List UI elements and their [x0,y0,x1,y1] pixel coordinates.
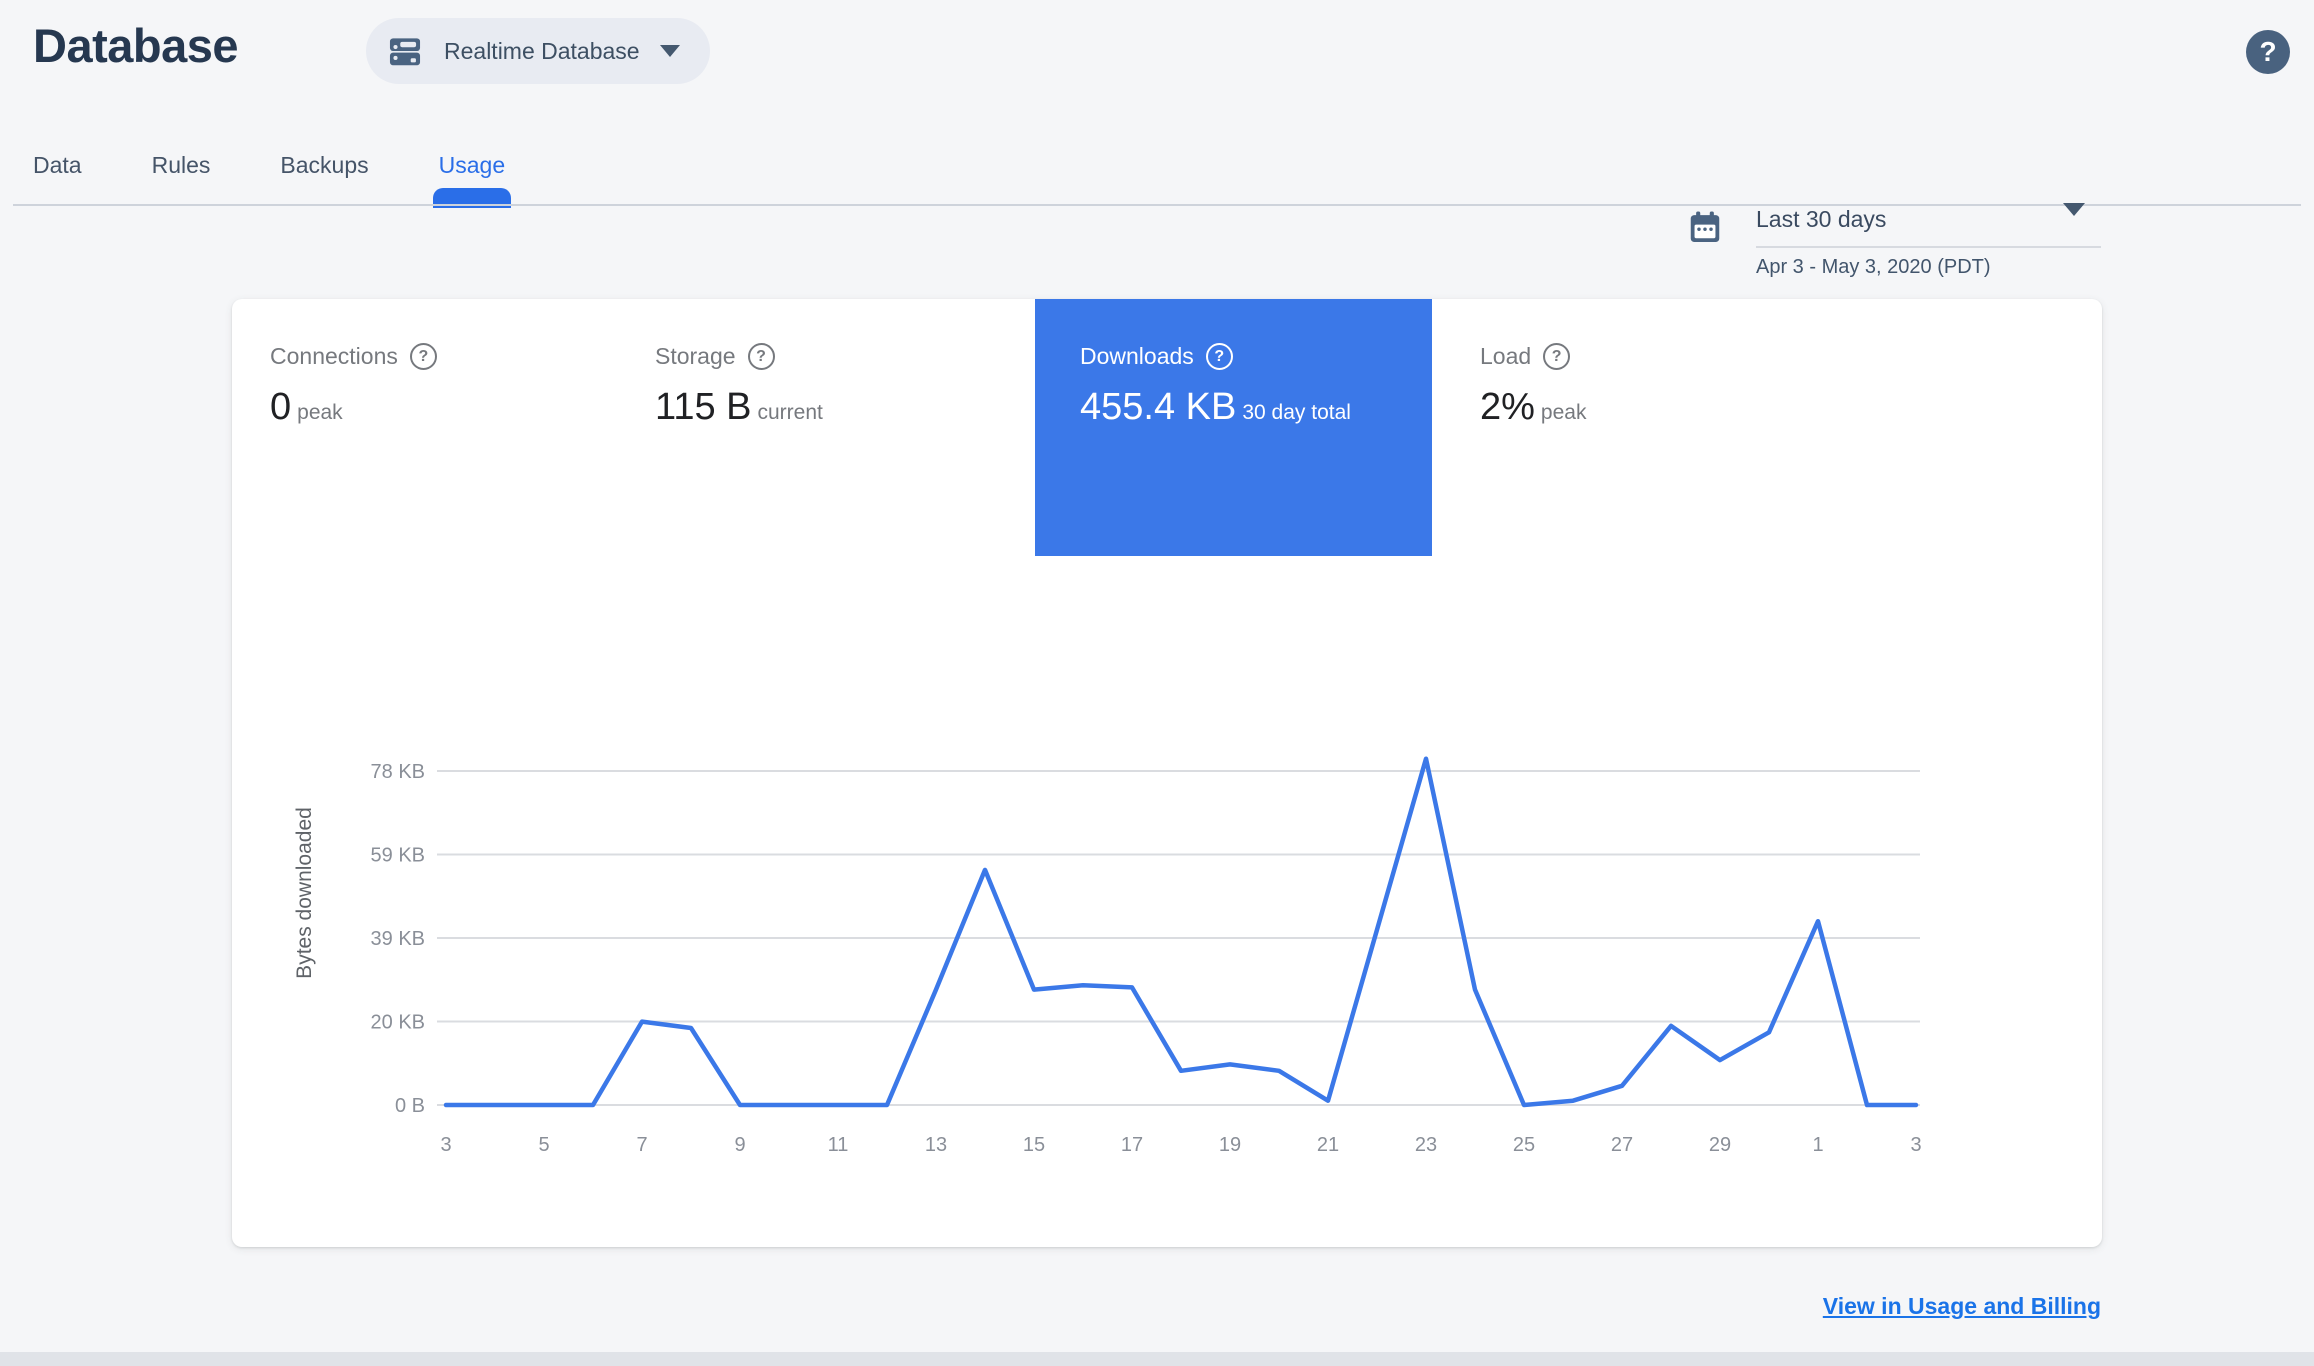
x-tick-label: 9 [734,1134,745,1156]
y-tick-label: 0 B [395,1095,425,1117]
x-tick-label: 29 [1709,1134,1731,1156]
metric-label: Connections [270,343,398,369]
date-range-label[interactable]: Last 30 days [1756,206,2101,233]
x-tick-label: 17 [1121,1134,1143,1156]
page-title: Database [33,19,239,72]
question-mark-glyph: ? [418,347,429,365]
metric-value: 0 [270,386,292,428]
bottom-divider-band [0,1352,2314,1366]
question-mark-glyph: ? [1214,347,1225,365]
y-tick-label: 39 KB [371,928,425,950]
question-mark-glyph: ? [756,347,766,365]
date-range-underline [1756,246,2101,248]
chart-line [443,756,1919,1108]
x-tick-label: 1 [1812,1134,1823,1156]
x-tick-label: 15 [1023,1134,1045,1156]
metric-suffix: 30 day total [1242,401,1351,424]
x-tick-label: 7 [636,1134,647,1156]
tab-rules[interactable]: Rules [152,146,211,206]
tab-data[interactable]: Data [33,146,82,206]
help-icon[interactable]: ? [1205,343,1233,370]
y-axis-title: Bytes downloaded [293,807,316,979]
database-icon [386,32,424,70]
metric-card-load[interactable]: Load ? 2% peak [1432,299,2102,556]
metric-label: Load [1480,343,1532,369]
database-selector-label: Realtime Database [444,37,640,64]
date-range-detail: Apr 3 - May 3, 2020 (PDT) [1756,256,1991,278]
chevron-down-icon [659,45,680,57]
x-tick-label: 23 [1415,1134,1437,1156]
question-mark-glyph: ? [1551,347,1562,365]
metric-suffix: peak [297,401,343,424]
calendar-icon [1686,208,1724,251]
metric-card-storage[interactable]: Storage ? 115 Bcurrent [632,299,1035,556]
usage-card: Connections ? 0 peak Storage ? 115 Bcurre… [232,299,2102,1247]
help-icon[interactable]: ? [409,343,437,370]
firebase-database-usage-page: Database Realtime Database ? Data Rules … [0,0,2314,1366]
metric-card-downloads[interactable]: Downloads ? 455.4 KB 30 day total [1035,299,1432,556]
help-icon[interactable]: ? [747,343,775,370]
tab-usage[interactable]: Usage [432,146,512,208]
y-tick-label: 78 KB [371,761,425,783]
y-tick-label: 20 KB [371,1012,425,1034]
x-tick-label: 19 [1219,1134,1241,1156]
tab-backups[interactable]: Backups [280,146,368,206]
y-tick-label: 59 KB [371,845,425,867]
database-instance-selector[interactable]: Realtime Database [366,18,710,84]
x-tick-label: 3 [440,1134,451,1156]
metric-value: 115 B [655,386,752,428]
metric-label: Downloads [1080,343,1194,369]
x-tick-label: 27 [1611,1134,1633,1156]
metric-value: 455.4 KB [1080,386,1237,428]
metric-value: 2% [1480,386,1535,428]
x-tick-label: 21 [1317,1134,1339,1156]
tab-bar: Data Rules Backups Usage [33,146,512,208]
question-mark-icon: ? [2259,36,2277,67]
x-tick-label: 13 [925,1134,947,1156]
x-tick-label: 25 [1513,1134,1535,1156]
x-tick-label: 3 [1910,1134,1921,1156]
chevron-down-icon [2063,203,2085,234]
metric-suffix: current [757,401,823,424]
metric-card-connections[interactable]: Connections ? 0 peak [232,299,632,556]
x-tick-label: 5 [538,1134,549,1156]
metric-label: Storage [655,343,736,369]
help-button[interactable]: ? [2246,30,2290,74]
metric-suffix: peak [1540,401,1587,424]
view-usage-billing-link[interactable]: View in Usage and Billing [1823,1293,2101,1320]
help-icon[interactable]: ? [1543,343,1571,370]
x-tick-label: 11 [828,1134,849,1156]
